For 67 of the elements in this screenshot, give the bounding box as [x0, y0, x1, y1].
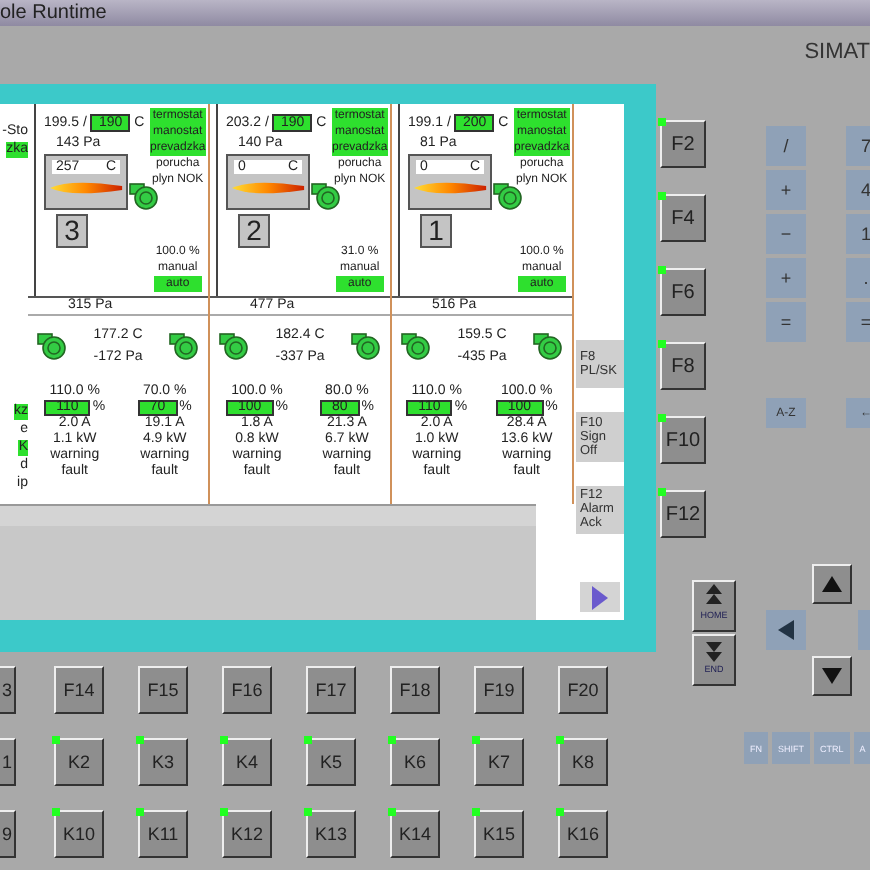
window-title: ole Runtime	[0, 2, 107, 24]
fan-icon	[350, 332, 382, 360]
function-key[interactable]: K8	[558, 738, 608, 786]
function-key[interactable]: K11	[138, 810, 188, 858]
keypad-key[interactable]: +	[766, 170, 806, 210]
function-key[interactable]: K5	[306, 738, 356, 786]
keypad-key[interactable]: .	[846, 258, 870, 298]
flame-icon	[230, 178, 306, 198]
function-key[interactable]: K16	[558, 810, 608, 858]
keypad-key[interactable]: =	[766, 302, 806, 342]
arrow-up-key[interactable]	[812, 564, 852, 604]
fan-icon	[492, 182, 524, 210]
keypad-key[interactable]: =	[846, 302, 870, 342]
keypad-key[interactable]: 4	[846, 170, 870, 210]
function-key[interactable]: F14	[54, 666, 104, 714]
function-key[interactable]: F10	[660, 416, 706, 464]
function-key[interactable]: K6	[390, 738, 440, 786]
function-key[interactable]: F17	[306, 666, 356, 714]
fan-icon	[168, 332, 200, 360]
arrow-left-key[interactable]	[766, 610, 806, 650]
double-arrow-icon	[704, 638, 724, 662]
flame-icon	[412, 178, 488, 198]
function-key[interactable]: K14	[390, 810, 440, 858]
triangle-down-icon	[822, 668, 842, 684]
function-key[interactable]: F19	[474, 666, 524, 714]
function-key[interactable]: 3	[0, 666, 16, 714]
triangle-left-icon	[778, 620, 794, 640]
function-key[interactable]: F20	[558, 666, 608, 714]
function-key[interactable]: F16	[222, 666, 272, 714]
keypad-key[interactable]: 1	[846, 214, 870, 254]
fan-icon	[310, 182, 342, 210]
function-key[interactable]: K3	[138, 738, 188, 786]
fan-icon	[128, 182, 160, 210]
function-key[interactable]: F4	[660, 194, 706, 242]
function-key[interactable]: K12	[222, 810, 272, 858]
function-key[interactable]: 9	[0, 810, 16, 858]
function-key[interactable]: F8	[660, 342, 706, 390]
unit-number: 1	[420, 214, 452, 248]
function-key[interactable]: K4	[222, 738, 272, 786]
double-arrow-icon	[704, 584, 724, 608]
unit-number: 3	[56, 214, 88, 248]
brand-label: SIMAT	[804, 40, 870, 64]
function-key[interactable]: F2	[660, 120, 706, 168]
next-button[interactable]	[580, 582, 620, 612]
function-key[interactable]: K13	[306, 810, 356, 858]
triangle-right-icon	[592, 585, 608, 610]
fan-icon	[532, 332, 564, 360]
keypad-key[interactable]: /	[766, 126, 806, 166]
function-key[interactable]: K10	[54, 810, 104, 858]
function-key[interactable]: F18	[390, 666, 440, 714]
function-key[interactable]: K2	[54, 738, 104, 786]
unit-number: 2	[238, 214, 270, 248]
keypad-key[interactable]: +	[766, 258, 806, 298]
function-key[interactable]: K15	[474, 810, 524, 858]
function-key[interactable]: 1	[0, 738, 16, 786]
function-key[interactable]: F15	[138, 666, 188, 714]
function-key[interactable]: F12	[660, 490, 706, 538]
fan-icon	[36, 332, 68, 360]
arrow-down-key[interactable]	[812, 656, 852, 696]
triangle-up-icon	[822, 576, 842, 592]
function-key[interactable]: F6	[660, 268, 706, 316]
keypad-key[interactable]: 7	[846, 126, 870, 166]
function-key[interactable]: K7	[474, 738, 524, 786]
fan-icon	[218, 332, 250, 360]
keypad-key[interactable]: −	[766, 214, 806, 254]
fan-icon	[400, 332, 432, 360]
flame-icon	[48, 178, 124, 198]
